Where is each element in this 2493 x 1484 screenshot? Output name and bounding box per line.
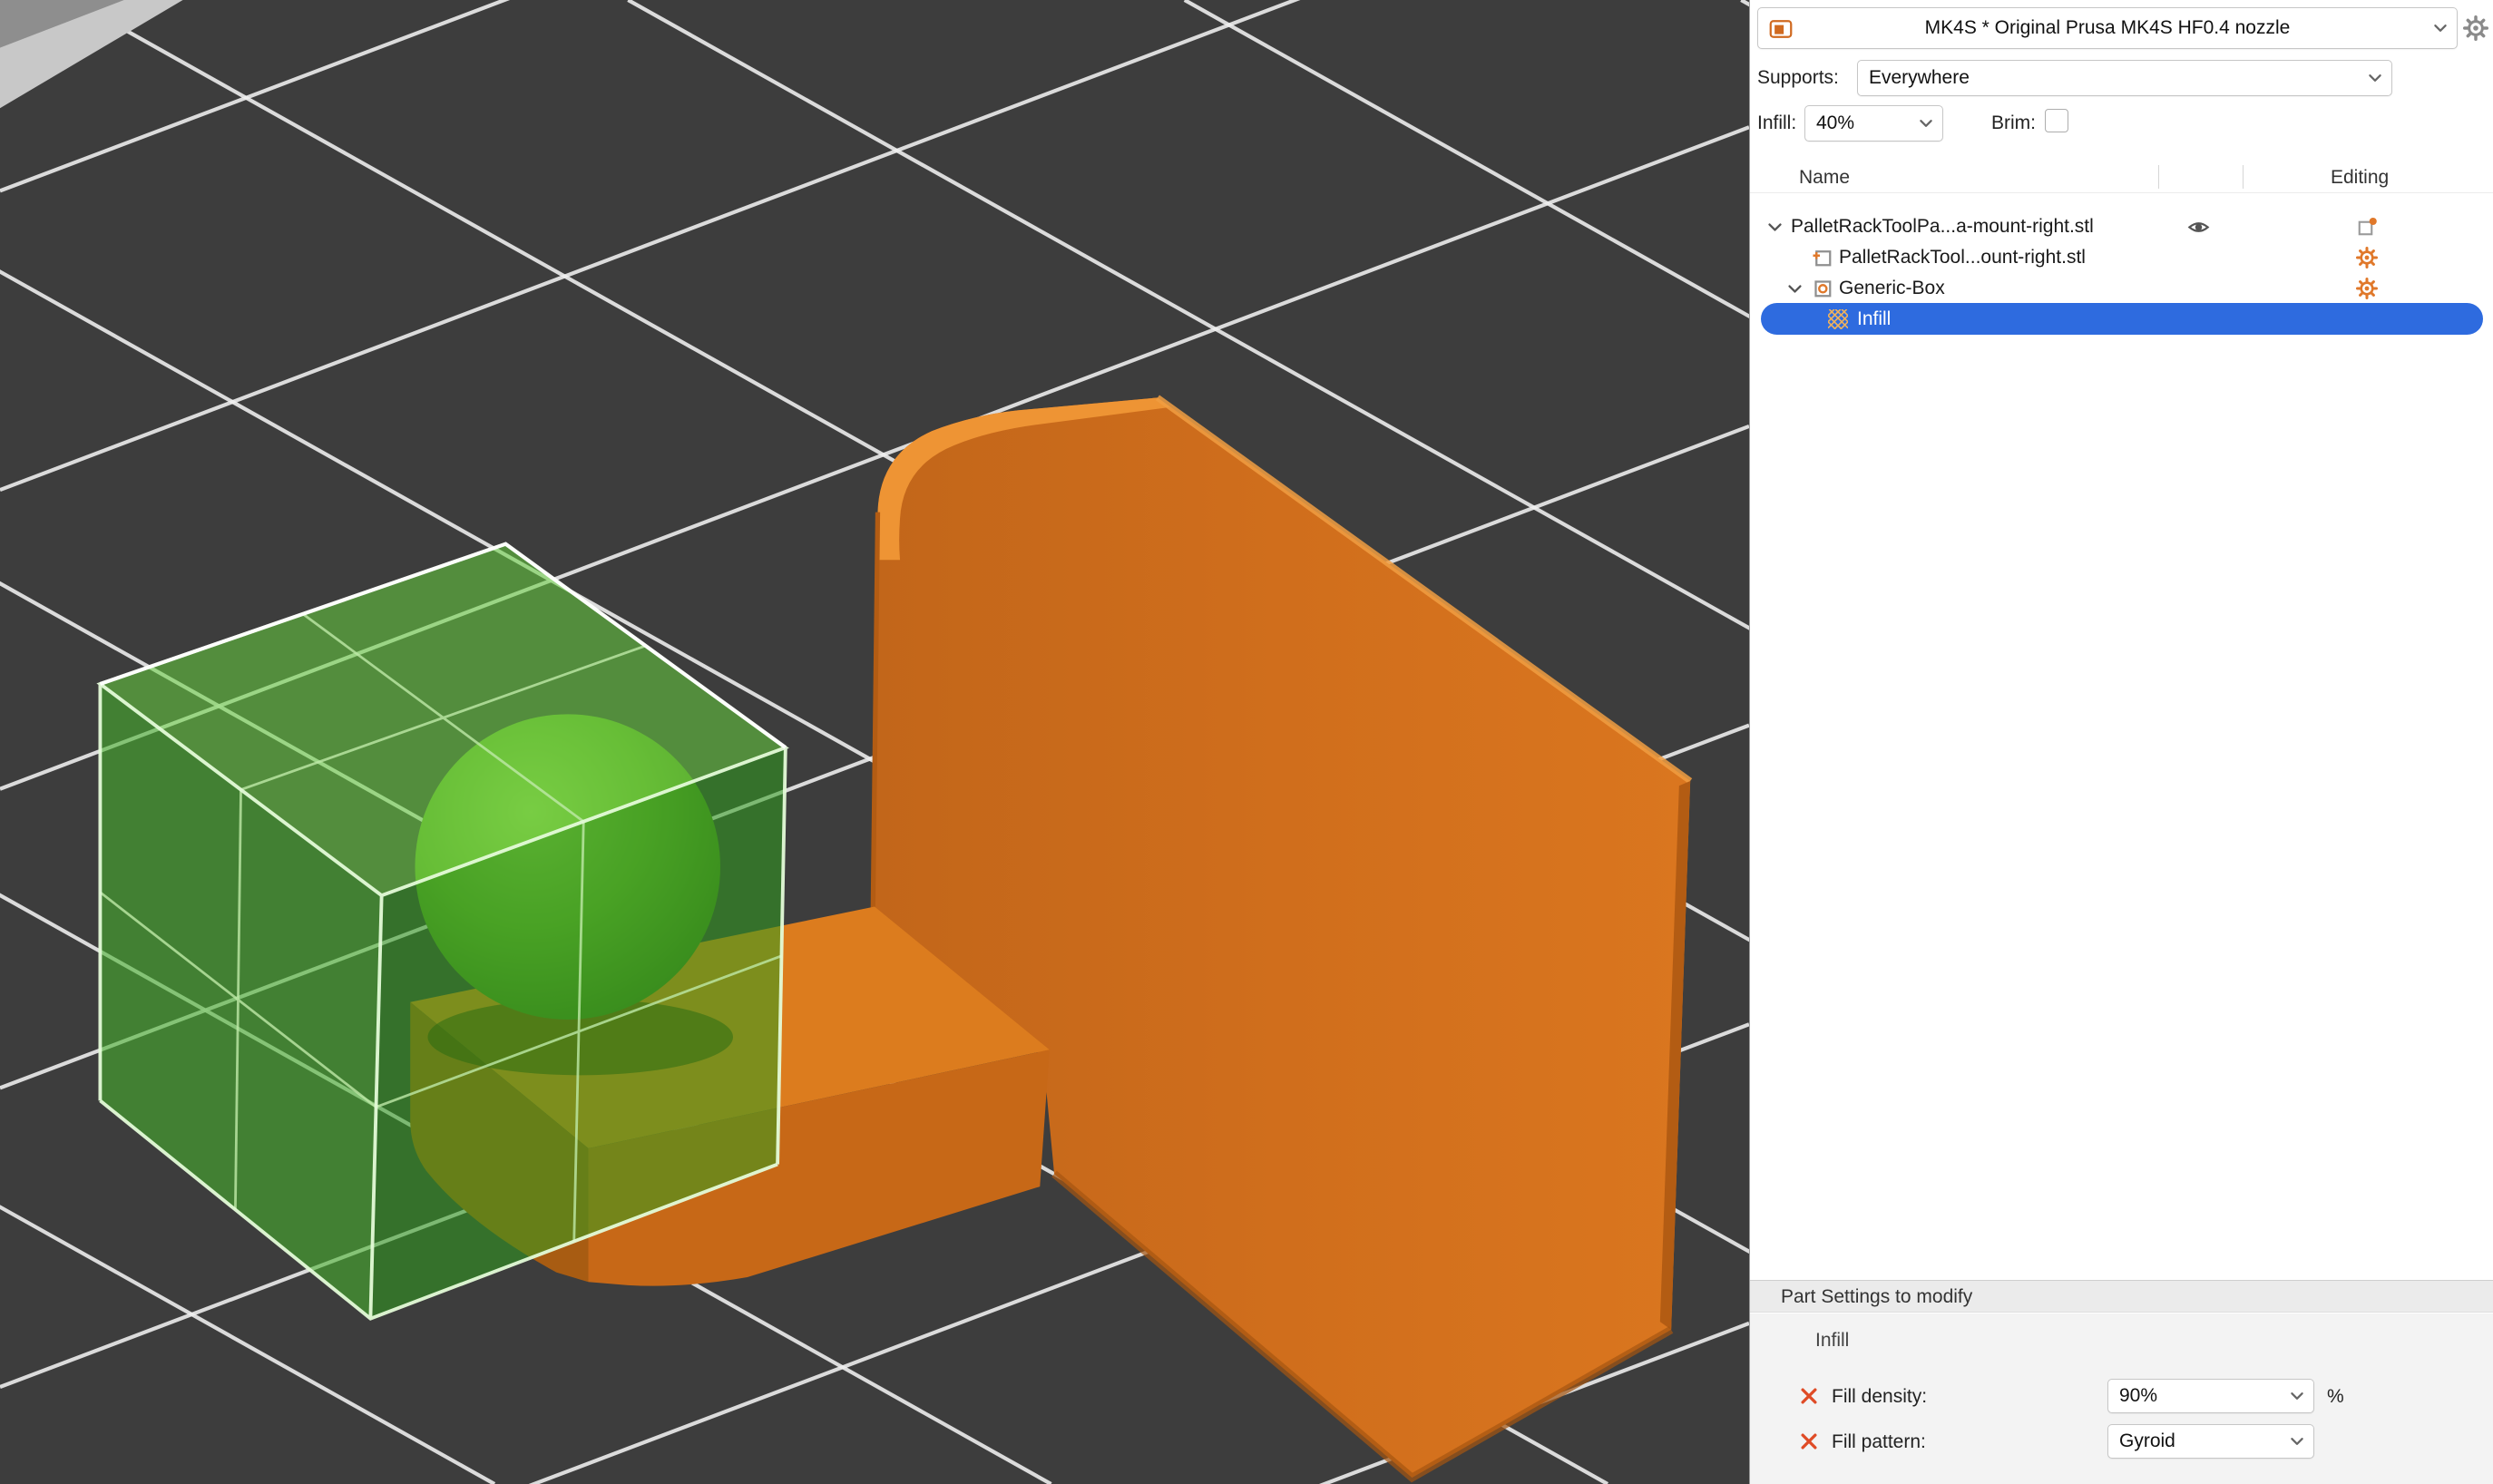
slicer-window: MK4S * Original Prusa MK4S HF0.4 nozzle … (0, 0, 2493, 1484)
eye-icon[interactable] (2187, 216, 2210, 239)
remove-setting-icon[interactable] (1799, 1386, 1819, 1406)
supports-dropdown[interactable]: Everywhere (1857, 60, 2392, 96)
part-cube-icon (1812, 247, 1833, 268)
object-row-generic-box[interactable]: Generic-Box (1750, 273, 2493, 304)
gear-icon[interactable] (2356, 247, 2378, 268)
fill-pattern-value: Gyroid (2119, 1425, 2175, 1458)
fill-pattern-dropdown[interactable]: Gyroid (2107, 1424, 2314, 1459)
brim-label: Brim: (1991, 112, 2036, 134)
column-header-name: Name (1799, 167, 1850, 189)
3d-viewport[interactable] (0, 0, 1749, 1484)
header-divider (1750, 192, 2493, 193)
supports-value: Everywhere (1869, 61, 1970, 95)
fill-pattern-label: Fill pattern: (1832, 1431, 1926, 1453)
infill-group-label: Infill (1815, 1330, 1849, 1352)
chevron-down-icon (2289, 1433, 2305, 1450)
part-name: PalletRackTool...ount-right.stl (1839, 242, 2086, 273)
infill-value: 40% (1816, 106, 1854, 141)
object-row-mount-stl[interactable]: PalletRackToolPa...a-mount-right.stl (1750, 211, 2493, 242)
column-separator (2158, 165, 2159, 189)
object-row-mount-part[interactable]: PalletRackTool...ount-right.stl (1750, 242, 2493, 273)
column-header-editing: Editing (2331, 167, 2389, 189)
column-separator (2243, 165, 2244, 189)
printer-preset-value: MK4S * Original Prusa MK4S HF0.4 nozzle (1758, 8, 2457, 48)
printer-preset-dropdown[interactable]: MK4S * Original Prusa MK4S HF0.4 nozzle (1757, 7, 2458, 49)
chevron-down-icon (1918, 115, 1934, 132)
right-sidebar: MK4S * Original Prusa MK4S HF0.4 nozzle … (1749, 0, 2493, 1484)
supports-label: Supports: (1757, 67, 1839, 89)
fill-density-value: 90% (2119, 1380, 2157, 1412)
remove-setting-icon[interactable] (1799, 1431, 1819, 1451)
editing-badge-icon[interactable] (2356, 216, 2378, 238)
chevron-down-icon (2367, 70, 2383, 86)
brim-checkbox[interactable] (2045, 109, 2068, 132)
infill-label: Infill: (1757, 112, 1796, 134)
printer-settings-gear-icon[interactable] (2463, 15, 2488, 41)
3d-scene[interactable] (0, 0, 1749, 1484)
infill-pattern-icon (1828, 309, 1848, 329)
chevron-down-icon (2289, 1388, 2305, 1404)
gear-icon[interactable] (2356, 278, 2378, 299)
object-row-infill[interactable]: Infill (1750, 304, 2493, 335)
part-settings-title: Part Settings to modify (1781, 1281, 1972, 1313)
collapse-chevron-icon[interactable] (1786, 280, 1804, 298)
chevron-down-icon (2432, 20, 2449, 36)
fill-density-suffix: % (2327, 1386, 2344, 1408)
infill-row-name: Infill (1857, 304, 1891, 335)
object-name: PalletRackToolPa...a-mount-right.stl (1791, 211, 2094, 242)
fill-density-label: Fill density: (1832, 1386, 1927, 1408)
infill-dropdown[interactable]: 40% (1804, 105, 1943, 142)
collapse-chevron-icon[interactable] (1766, 219, 1784, 236)
part-settings-header: Part Settings to modify (1750, 1280, 2493, 1313)
fill-density-dropdown[interactable]: 90% (2107, 1379, 2314, 1413)
modifier-name: Generic-Box (1839, 273, 1945, 304)
modifier-cube-icon (1812, 278, 1833, 299)
